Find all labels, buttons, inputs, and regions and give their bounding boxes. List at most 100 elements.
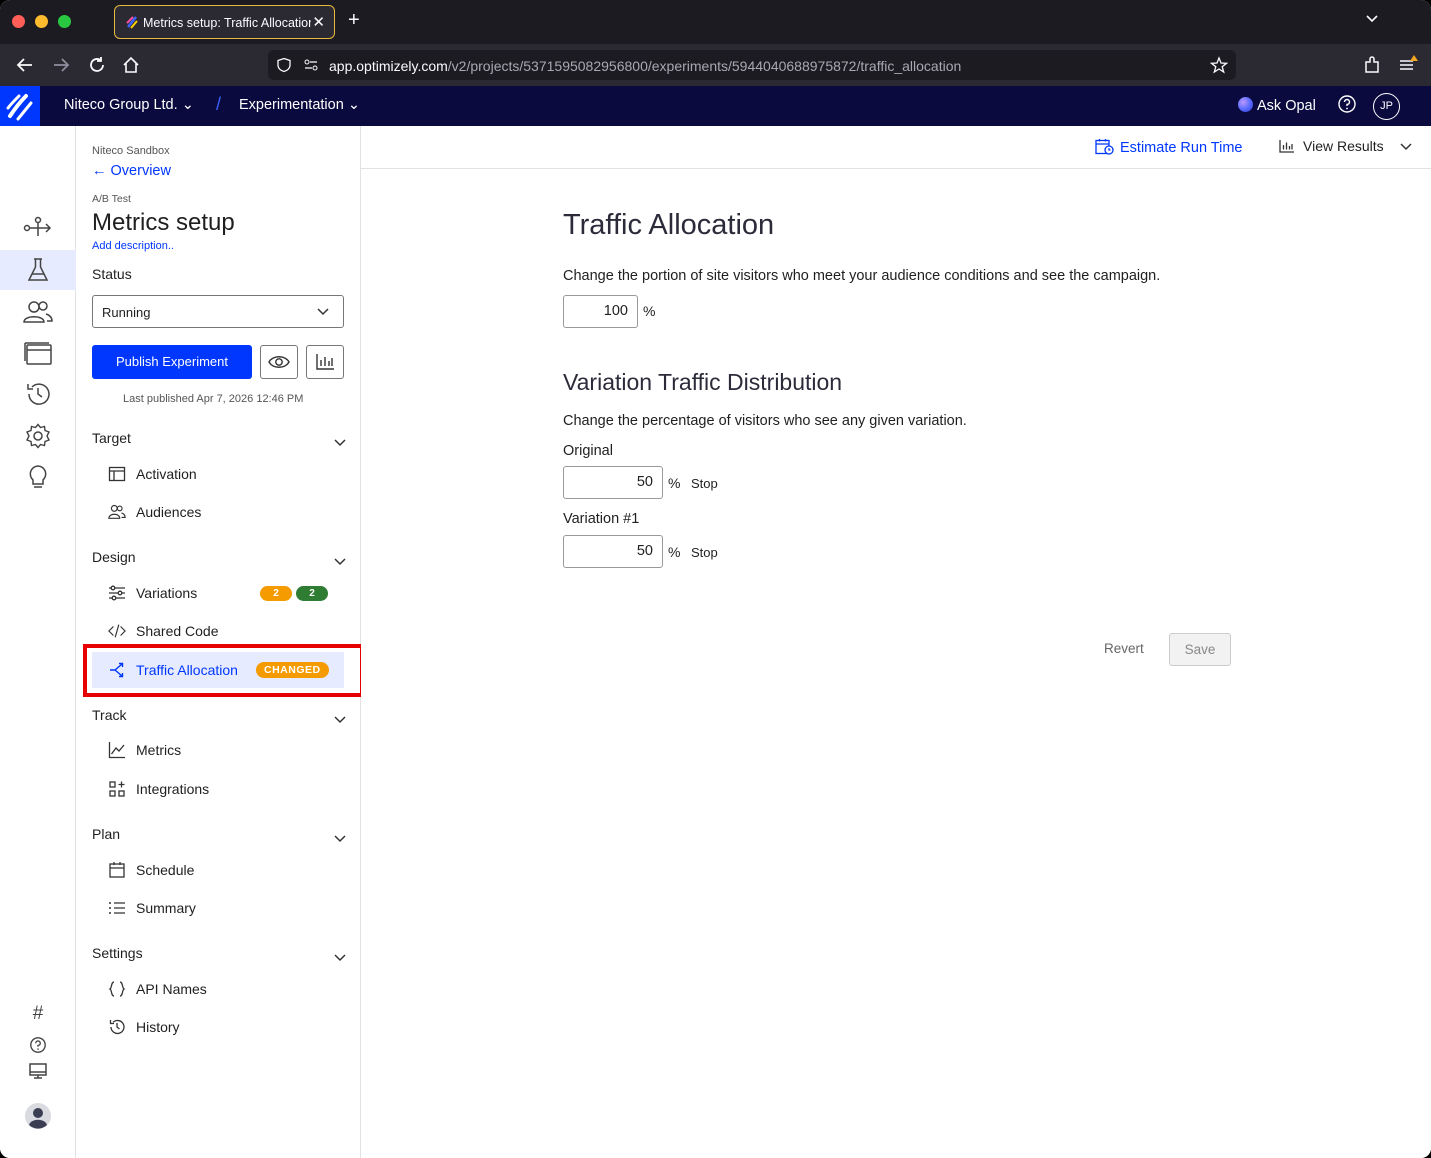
nav-schedule-label: Schedule (136, 862, 195, 878)
publish-experiment-button[interactable]: Publish Experiment (92, 345, 252, 379)
back-arrow-icon[interactable] (14, 54, 36, 76)
site-permissions-icon[interactable] (303, 58, 319, 72)
nav-activation[interactable]: Activation (92, 456, 344, 492)
new-tab-button[interactable]: + (348, 10, 360, 30)
status-select[interactable]: Running (92, 295, 344, 328)
results-button[interactable] (306, 345, 344, 379)
tab-list-chevron-icon[interactable] (1365, 12, 1379, 26)
view-results-button[interactable]: View Results (1279, 138, 1412, 154)
opal-icon (1238, 97, 1253, 112)
section-design: Design (92, 549, 136, 565)
left-nav-rail: # (0, 126, 76, 1158)
url-path: /v2/projects/5371595082956800/experiment… (447, 58, 962, 74)
arrow-left-icon: ← (92, 163, 107, 179)
shield-icon[interactable] (276, 57, 292, 73)
monitor-icon (29, 1063, 47, 1079)
chevron-down-icon[interactable] (334, 834, 346, 843)
nav-audiences[interactable]: Audiences (92, 494, 344, 530)
help-icon (30, 1037, 46, 1053)
variation-1-input[interactable]: 50 (563, 535, 663, 568)
section-track: Track (92, 707, 127, 723)
nav-schedule[interactable]: Schedule (92, 852, 344, 888)
nav-integrations[interactable]: Integrations (92, 771, 344, 807)
extensions-icon[interactable] (1361, 54, 1383, 76)
rail-settings[interactable] (0, 416, 76, 456)
nav-api-names-label: API Names (136, 981, 207, 997)
app-menu-icon[interactable] (1397, 54, 1419, 76)
nav-summary[interactable]: Summary (92, 890, 344, 926)
save-button[interactable]: Save (1169, 633, 1231, 666)
percent-sign: % (668, 475, 681, 491)
close-tab-icon[interactable]: ✕ (312, 13, 325, 31)
rail-experiments[interactable] (0, 250, 76, 290)
chevron-down-icon: ⌄ (181, 97, 194, 113)
bar-chart-icon (316, 354, 334, 370)
minimize-window-button[interactable] (35, 15, 48, 28)
maximize-window-button[interactable] (58, 15, 71, 28)
variation-1-label: Variation #1 (563, 511, 640, 527)
distribution-heading: Variation Traffic Distribution (563, 369, 843, 395)
user-avatar[interactable]: JP (1373, 93, 1400, 120)
rail-hashtag[interactable]: # (0, 998, 76, 1030)
chevron-down-icon[interactable] (334, 953, 346, 962)
rail-display[interactable] (0, 1055, 76, 1087)
close-window-button[interactable] (12, 15, 25, 28)
nav-audiences-label: Audiences (136, 504, 202, 520)
sliders-icon (109, 585, 125, 601)
browser-tab[interactable]: Metrics setup: Traffic Allocation ✕ (114, 5, 335, 39)
chevron-down-icon[interactable] (334, 557, 346, 566)
estimate-run-time-button[interactable]: Estimate Run Time (1095, 138, 1243, 156)
forward-arrow-icon[interactable] (50, 54, 72, 76)
section-plan: Plan (92, 826, 121, 842)
preview-button[interactable] (260, 345, 298, 379)
chevron-down-icon (1400, 143, 1412, 151)
flow-icon (23, 216, 52, 236)
stop-original-button[interactable]: Stop (691, 476, 718, 491)
variation-original-label: Original (563, 443, 613, 459)
page-title: Metrics setup (92, 209, 235, 236)
section-settings: Settings (92, 945, 143, 961)
reload-icon[interactable] (86, 54, 108, 76)
project-switcher[interactable]: Experimentation ⌄ (239, 97, 360, 113)
nav-summary-label: Summary (136, 900, 196, 916)
rail-profile[interactable] (0, 1096, 76, 1136)
experiment-type: A/B Test (92, 193, 131, 205)
help-icon[interactable] (1337, 94, 1357, 114)
address-bar[interactable]: app.optimizely.com/v2/projects/537159508… (268, 50, 1236, 80)
bookmark-star-icon[interactable] (1210, 56, 1228, 74)
experiment-sidebar: Niteco Sandbox ← Overview A/B Test Metri… (76, 126, 361, 1158)
url-host: app.optimizely.com (329, 58, 448, 74)
variation-original-input[interactable]: 50 (563, 466, 663, 499)
chevron-down-icon[interactable] (334, 438, 346, 447)
code-icon (108, 624, 126, 638)
nav-history-label: History (136, 1019, 180, 1035)
status-label: Status (92, 266, 132, 282)
line-chart-icon (108, 742, 125, 759)
nav-history[interactable]: History (92, 1009, 344, 1045)
nav-api-names[interactable]: API Names (92, 971, 344, 1007)
nav-metrics[interactable]: Metrics (92, 732, 344, 768)
people-icon (23, 301, 53, 323)
nav-variations[interactable]: Variations 2 2 (92, 575, 344, 611)
chevron-down-icon[interactable] (334, 715, 346, 724)
activation-icon (108, 466, 126, 482)
add-description-link[interactable]: Add description.. (92, 240, 174, 252)
rail-pages[interactable] (0, 333, 76, 373)
rail-insights[interactable] (0, 457, 76, 497)
rail-history[interactable] (0, 374, 76, 414)
nav-metrics-label: Metrics (136, 742, 182, 758)
breadcrumb-separator: / (216, 94, 222, 114)
ask-opal-button[interactable]: Ask Opal (1238, 97, 1316, 114)
home-icon[interactable] (120, 54, 142, 76)
rail-flags[interactable] (0, 208, 76, 248)
overview-link[interactable]: ← Overview (92, 163, 171, 179)
rail-audiences[interactable] (0, 292, 76, 332)
chevron-down-icon: ⌄ (347, 97, 360, 113)
traffic-allocation-input[interactable]: 100 (563, 295, 638, 328)
chevron-down-icon (317, 308, 329, 316)
stop-variation-1-button[interactable]: Stop (691, 545, 718, 560)
org-switcher[interactable]: Niteco Group Ltd. ⌄ (64, 97, 194, 113)
browser-window: Metrics setup: Traffic Allocation ✕ + ap… (0, 0, 1431, 1158)
optimizely-logo[interactable] (0, 86, 40, 126)
revert-button[interactable]: Revert (1104, 641, 1144, 656)
